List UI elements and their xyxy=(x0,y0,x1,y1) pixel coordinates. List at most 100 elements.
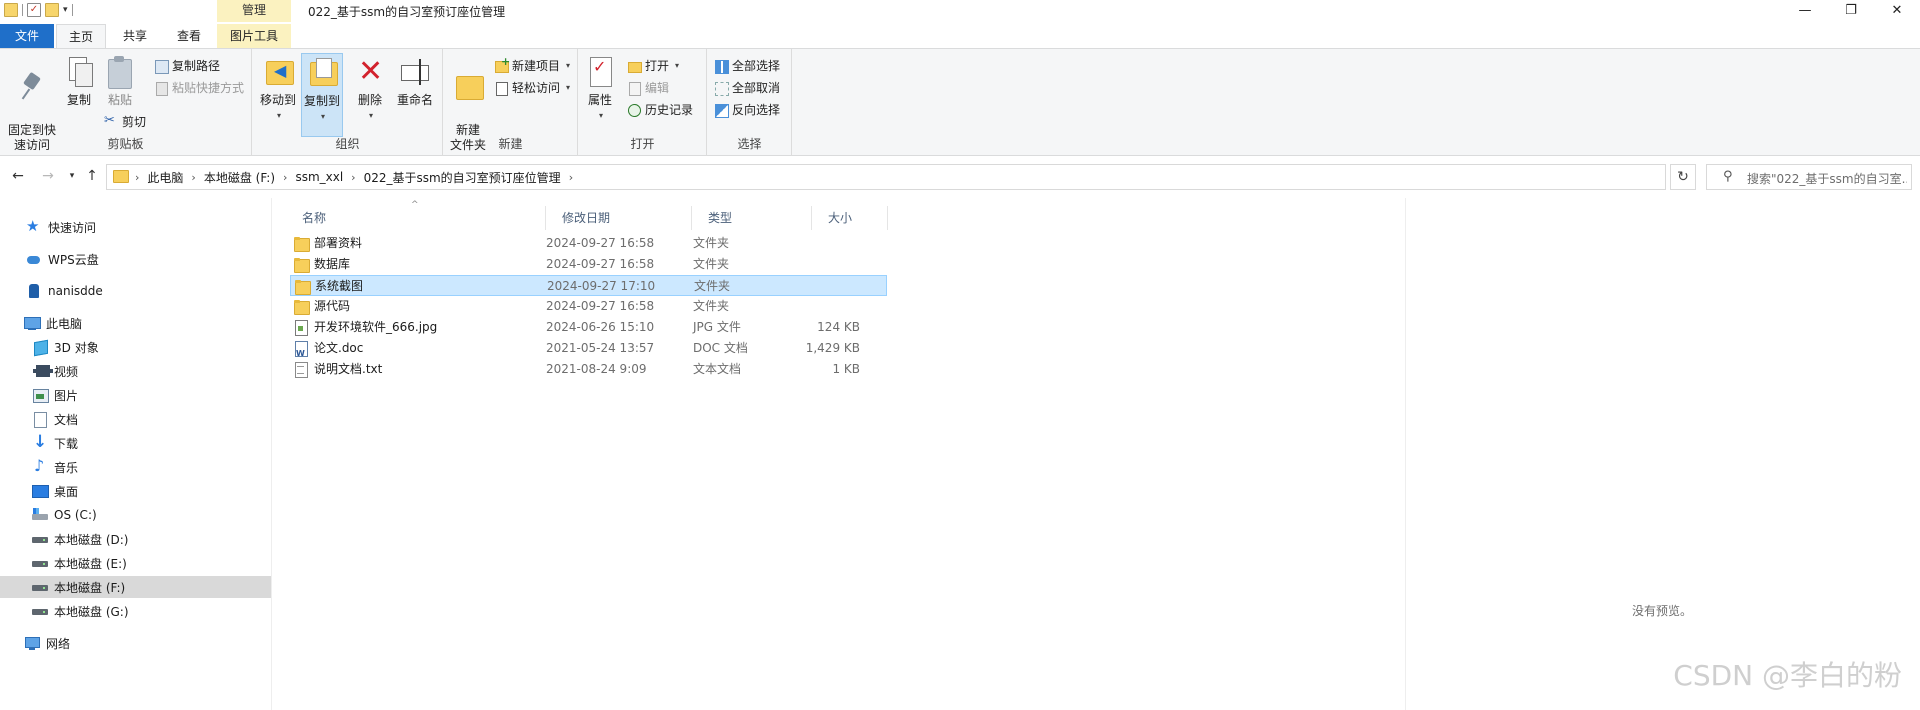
column-header-name[interactable]: 名称 xyxy=(286,206,546,230)
delete-button[interactable]: 删除 ▾ xyxy=(353,53,387,123)
folder-icon xyxy=(295,280,311,295)
copy-path-button[interactable]: 复制路径 xyxy=(154,57,220,74)
folder-icon[interactable] xyxy=(4,3,18,17)
nav-item-this-pc[interactable]: 此电脑 xyxy=(0,312,271,334)
move-to-button[interactable]: 移动到 ▾ xyxy=(259,53,297,123)
minimize-button[interactable]: — xyxy=(1782,0,1828,22)
column-header-type[interactable]: 类型 xyxy=(692,206,812,230)
tab-view[interactable]: 查看 xyxy=(164,24,214,48)
drive-icon xyxy=(32,604,48,618)
documents-icon xyxy=(32,412,48,428)
column-header-size[interactable]: 大小 xyxy=(812,206,888,230)
recent-locations-chevron-icon[interactable]: ▾ xyxy=(62,166,82,186)
new-item-label: 新建项目 xyxy=(512,59,561,73)
customize-toolbar-chevron-icon[interactable]: ▾ xyxy=(63,5,68,15)
group-label: 选择 xyxy=(737,137,762,151)
nav-item-videos[interactable]: 视频 xyxy=(0,360,271,382)
group-label: 剪贴板 xyxy=(107,137,144,151)
invert-selection-button[interactable]: 反向选择 xyxy=(714,101,780,118)
nav-item-label: 此电脑 xyxy=(46,316,83,331)
nav-item-music[interactable]: 音乐 xyxy=(0,456,271,478)
nav-item-pictures[interactable]: 图片 xyxy=(0,384,271,406)
group-label: 组织 xyxy=(335,137,360,151)
table-row[interactable]: 数据库 2024-09-27 16:58 文件夹 xyxy=(290,254,887,275)
forward-button[interactable]: → xyxy=(38,166,58,186)
cut-button[interactable]: 剪切 xyxy=(104,113,146,130)
breadcrumb-drive-f[interactable]: 本地磁盘 (F:) xyxy=(196,169,283,186)
nav-item-drive-g[interactable]: 本地磁盘 (G:) xyxy=(0,600,271,622)
music-icon xyxy=(32,456,48,475)
nav-item-desktop[interactable]: 桌面 xyxy=(0,480,271,502)
refresh-button[interactable]: ↻ xyxy=(1670,164,1696,190)
nav-item-drive-e[interactable]: 本地磁盘 (E:) xyxy=(0,552,271,574)
search-input[interactable]: ⚲ 搜索"022_基于ssm的自习室... xyxy=(1706,164,1912,190)
nav-item-drive-d[interactable]: 本地磁盘 (D:) xyxy=(0,528,271,550)
properties-button[interactable]: 属性 ▾ xyxy=(583,53,617,123)
paste-shortcut-label: 粘贴快捷方式 xyxy=(172,81,245,95)
table-row[interactable]: 说明文档.txt 2021-08-24 9:09 文本文档 1 KB xyxy=(290,359,887,380)
address-row: ← → ▾ ↑ › 此电脑 › 本地磁盘 (F:) › ssm_xxl › 02… xyxy=(0,156,1920,198)
tab-share[interactable]: 共享 xyxy=(110,24,160,48)
context-tab-group-manage: 管理 xyxy=(217,0,291,22)
nav-item-wps-cloud[interactable]: WPS云盘 xyxy=(0,248,271,270)
nav-item-label: 本地磁盘 (F:) xyxy=(54,580,126,595)
chevron-down-icon: ▾ xyxy=(598,111,603,120)
close-button[interactable]: ✕ xyxy=(1874,0,1920,22)
breadcrumb-current-folder[interactable]: 022_基于ssm的自习室预订座位管理 xyxy=(356,169,569,186)
easy-access-icon xyxy=(494,81,508,96)
select-group: 全部选择 全部取消 反向选择 选择 xyxy=(708,49,792,156)
easy-access-button[interactable]: 轻松访问 ▾ xyxy=(494,79,570,96)
up-button[interactable]: ↑ xyxy=(82,166,102,186)
column-header-date[interactable]: 修改日期 xyxy=(546,206,692,230)
nav-item-drive-c[interactable]: OS (C:) xyxy=(0,504,271,526)
table-row[interactable]: 开发环境软件_666.jpg 2024-06-26 15:10 JPG 文件 1… xyxy=(290,317,887,338)
new-folder-icon[interactable] xyxy=(45,3,59,17)
nav-item-user[interactable]: nanisdde xyxy=(0,280,271,302)
open-label: 打开 xyxy=(645,59,670,73)
paste-shortcut-button[interactable]: 粘贴快捷方式 xyxy=(154,79,244,96)
breadcrumb-ssm-xxl[interactable]: ssm_xxl xyxy=(287,170,351,184)
new-group: 新建 文件夹 新建项目 ▾ 轻松访问 ▾ 新建 xyxy=(444,49,578,156)
chevron-right-icon[interactable]: › xyxy=(569,171,573,184)
txt-file-icon xyxy=(294,362,308,378)
copy-to-button[interactable]: 复制到 ▾ xyxy=(301,53,343,137)
properties-icon[interactable] xyxy=(27,3,41,17)
back-button[interactable]: ← xyxy=(8,166,28,186)
maximize-button[interactable]: ❐ xyxy=(1828,0,1874,22)
tab-picture-tools[interactable]: 图片工具 xyxy=(217,24,291,48)
nav-item-documents[interactable]: 文档 xyxy=(0,408,271,430)
file-date: 2021-08-24 9:09 xyxy=(546,362,647,376)
tab-file[interactable]: 文件 xyxy=(0,24,54,48)
nav-item-label: 音乐 xyxy=(54,460,79,475)
nav-item-downloads[interactable]: 下载 xyxy=(0,432,271,454)
nav-item-drive-f[interactable]: 本地磁盘 (F:) xyxy=(0,576,271,598)
rename-button[interactable]: 重命名 xyxy=(393,53,437,108)
table-row[interactable]: 论文.doc 2021-05-24 13:57 DOC 文档 1,429 KB xyxy=(290,338,887,364)
select-all-button[interactable]: 全部选择 xyxy=(714,57,780,74)
tab-home[interactable]: 主页 xyxy=(56,24,106,48)
folder-icon xyxy=(294,237,310,252)
edit-button[interactable]: 编辑 xyxy=(627,79,669,96)
new-item-button[interactable]: 新建项目 ▾ xyxy=(494,55,570,74)
no-preview-text: 没有预览。 xyxy=(1632,604,1693,618)
table-row[interactable]: 部署资料 2024-09-27 16:58 文件夹 xyxy=(290,233,887,254)
copy-button[interactable]: 复制 xyxy=(62,53,96,108)
open-button[interactable]: 打开 ▾ xyxy=(627,57,679,74)
address-bar[interactable]: › 此电脑 › 本地磁盘 (F:) › ssm_xxl › 022_基于ssm的… xyxy=(106,164,1752,190)
pictures-icon xyxy=(32,388,49,403)
table-row-selected[interactable]: 系统截图 2024-09-27 17:10 文件夹 xyxy=(290,275,887,296)
nav-item-3d-objects[interactable]: 3D 对象 xyxy=(0,336,271,358)
nav-item-quick-access[interactable]: 快速访问 xyxy=(0,216,271,238)
table-row[interactable]: 源代码 2024-09-27 16:58 文件夹 xyxy=(290,296,887,317)
select-none-button[interactable]: 全部取消 xyxy=(714,79,780,96)
new-folder-icon xyxy=(452,70,484,104)
paste-button[interactable]: 粘贴 xyxy=(102,53,138,108)
invert-selection-label: 反向选择 xyxy=(732,103,781,117)
file-type: DOC 文档 xyxy=(693,341,748,355)
breadcrumb-this-pc[interactable]: 此电脑 xyxy=(139,169,191,186)
history-button[interactable]: 历史记录 xyxy=(627,101,693,118)
nav-item-label: 本地磁盘 (E:) xyxy=(54,556,127,571)
file-list: ^ 名称 修改日期 类型 大小 部署资料 2024-09-27 16:58 文件… xyxy=(275,198,1405,710)
nav-item-network[interactable]: 网络 xyxy=(0,632,271,654)
file-size xyxy=(790,296,860,317)
